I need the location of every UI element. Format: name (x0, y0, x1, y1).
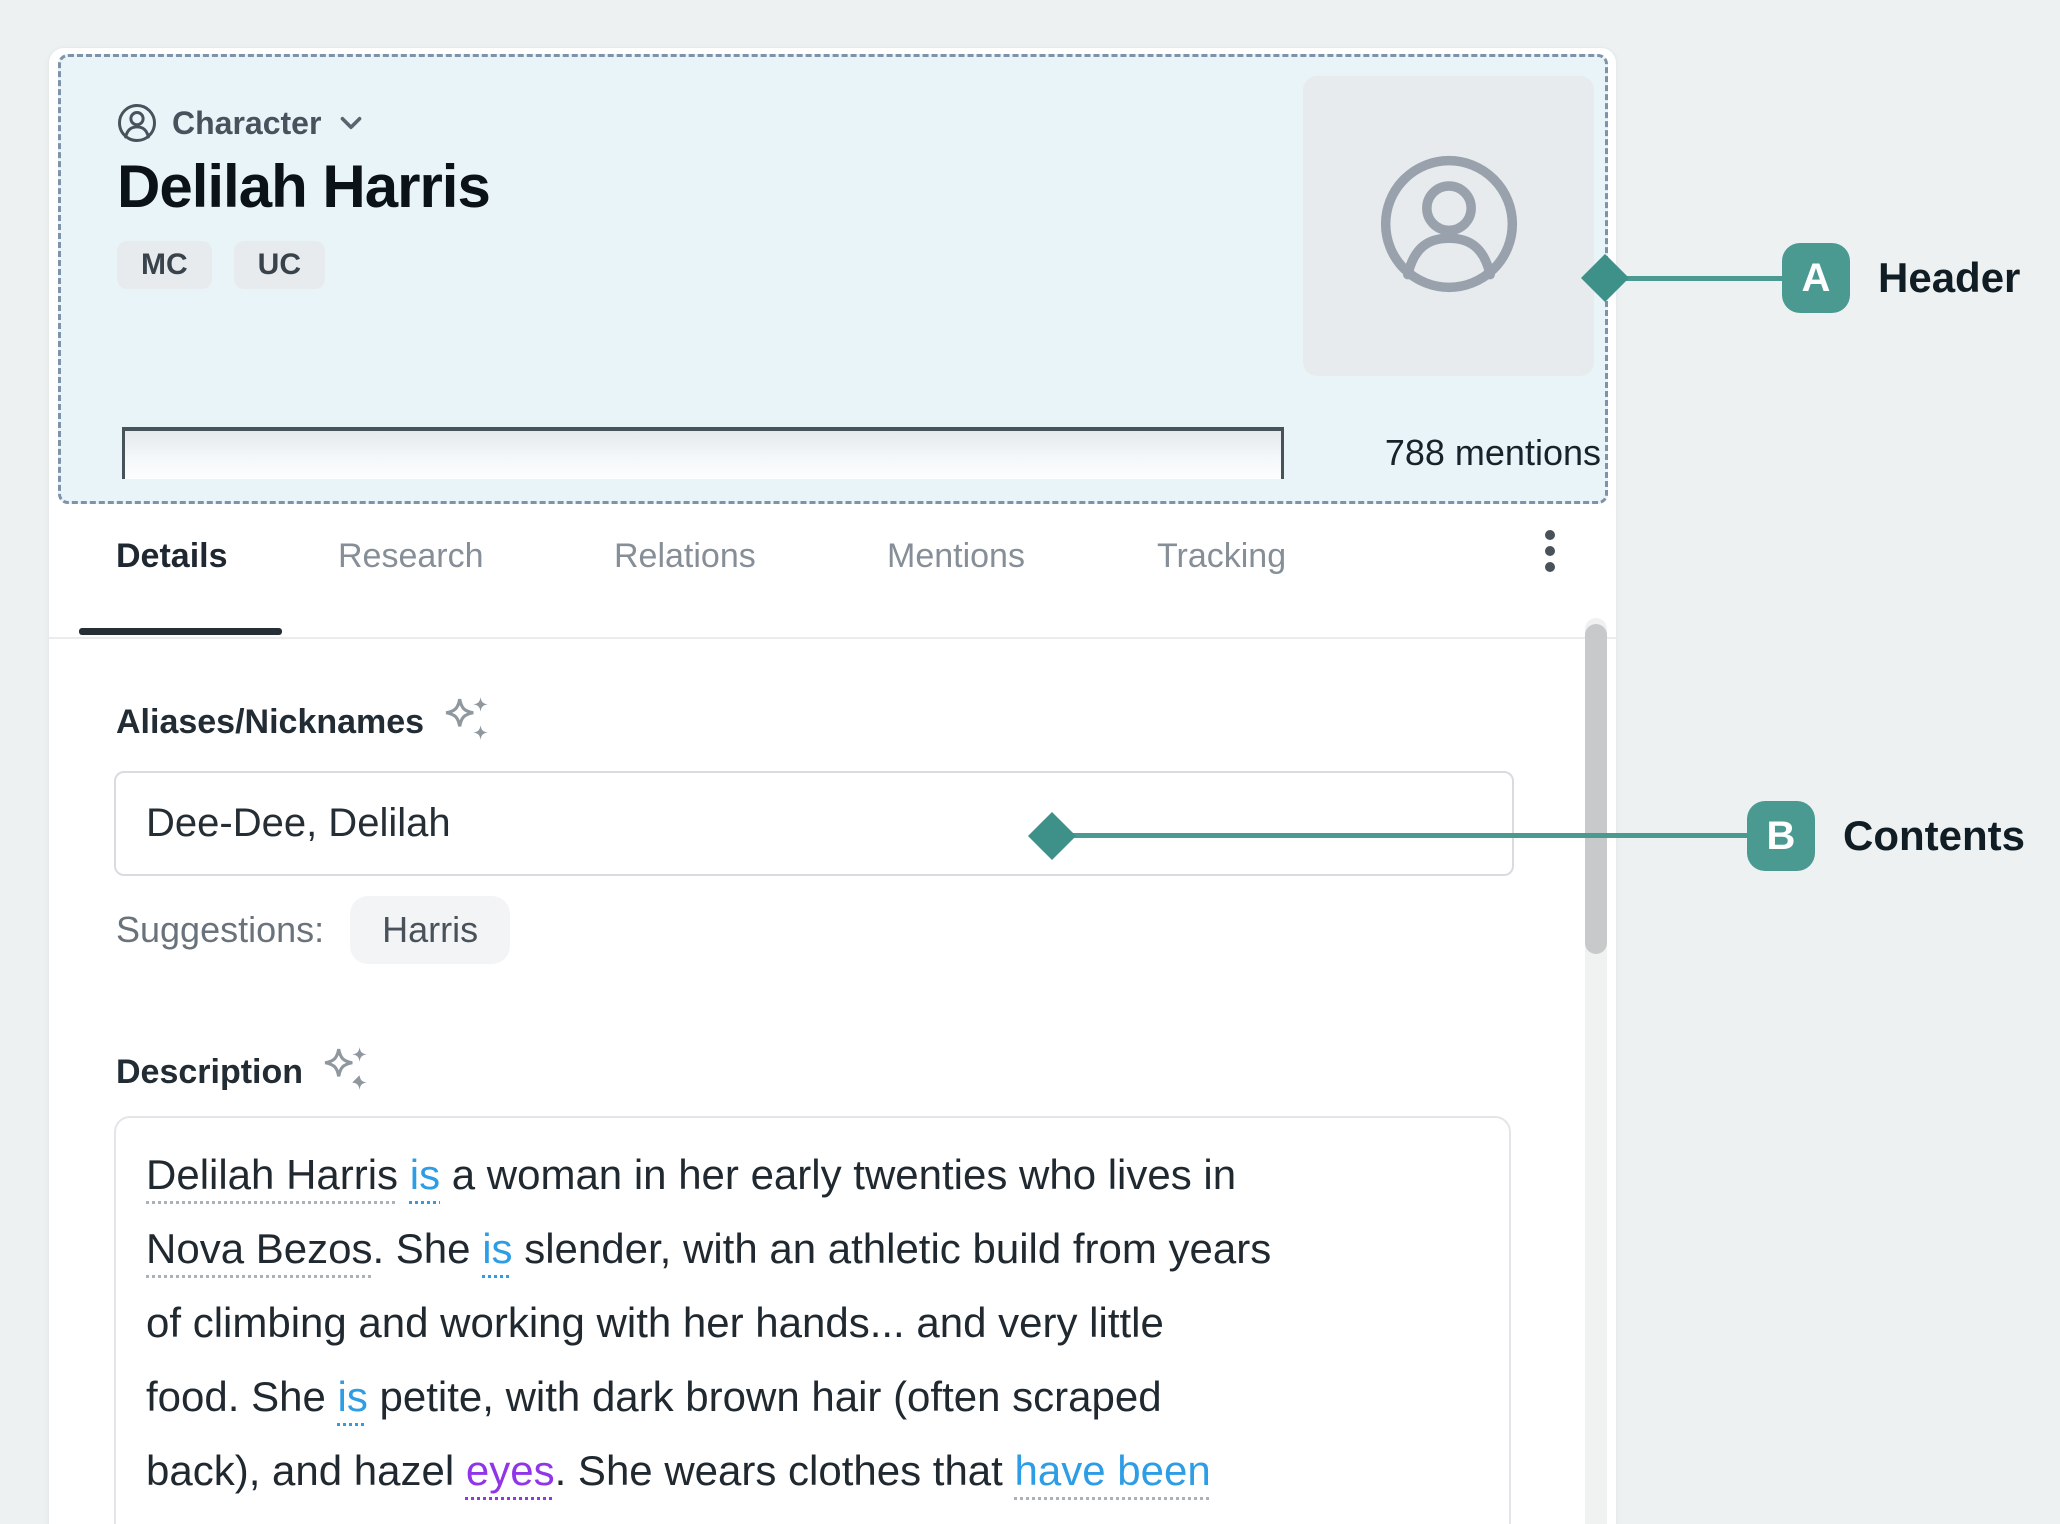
ai-sparkles-icon (442, 694, 492, 749)
description-section-label: Description (116, 1050, 303, 1094)
character-name-title: Delilah Harris (117, 152, 490, 222)
scrollbar-thumb[interactable] (1585, 624, 1607, 954)
annotation-a-badge: A (1782, 243, 1850, 313)
suggestions-label: Suggestions: (116, 909, 324, 951)
annotation-b-badge: B (1747, 801, 1815, 871)
tab-tracking[interactable]: Tracking (1157, 532, 1286, 580)
description-text-line: food. She is petite, with dark brown hai… (146, 1360, 1479, 1434)
tab-mentions[interactable]: Mentions (887, 532, 1025, 580)
avatar-user-circle-icon (1373, 148, 1525, 305)
annotation-a-connector-line (1605, 276, 1787, 281)
badge-mc[interactable]: MC (117, 241, 212, 289)
mentions-count: 788 mentions (1071, 427, 1601, 479)
character-panel: Character Delilah Harris MC UC 788 menti… (48, 47, 1617, 1524)
badge-uc[interactable]: UC (234, 241, 325, 289)
more-options-button[interactable] (1537, 525, 1563, 581)
user-circle-icon (116, 102, 158, 144)
suggestion-chip-harris[interactable]: Harris (350, 896, 510, 964)
avatar[interactable] (1303, 76, 1594, 376)
active-tab-underline (79, 628, 282, 635)
character-header-card: Character Delilah Harris MC UC 788 menti… (58, 54, 1608, 504)
description-text-line: Nova Bezos. She is slender, with an athl… (146, 1212, 1479, 1286)
aliases-ai-generate-button[interactable] (442, 694, 492, 749)
description-text-line: back), and hazel eyes. She wears clothes… (146, 1434, 1479, 1508)
tab-research[interactable]: Research (338, 532, 484, 580)
tab-details[interactable]: Details (116, 532, 228, 580)
kebab-vertical-icon (1544, 527, 1556, 580)
tab-bar-divider (49, 637, 1616, 639)
annotation-b-label: Contents (1843, 810, 2025, 862)
description-editor[interactable]: Delilah Harris is a woman in her early t… (114, 1116, 1511, 1524)
annotation-a-label: Header (1878, 252, 2020, 304)
description-ai-generate-button[interactable] (321, 1044, 371, 1099)
character-type-dropdown[interactable]: Character (116, 101, 367, 145)
ai-sparkles-icon (321, 1044, 371, 1099)
description-text-line: Delilah Harris is a woman in her early t… (146, 1138, 1479, 1212)
character-badges: MC UC (117, 241, 325, 289)
aliases-input[interactable] (114, 771, 1514, 876)
aliases-section-label: Aliases/Nicknames (116, 700, 424, 744)
chevron-down-icon (335, 107, 367, 139)
entity-type-label: Character (172, 105, 321, 142)
description-text-line: of climbing and working with her hands..… (146, 1286, 1479, 1360)
tab-relations[interactable]: Relations (614, 532, 756, 580)
annotation-b-connector-line (1052, 833, 1751, 838)
